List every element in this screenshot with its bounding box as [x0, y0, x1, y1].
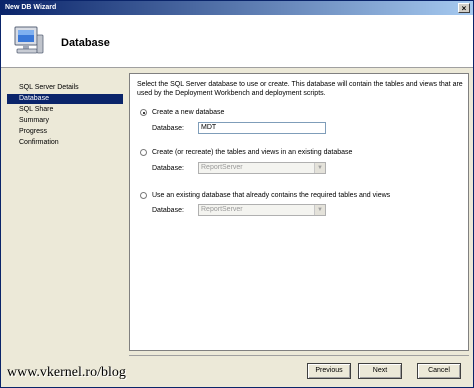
existing-database-select[interactable]: ReportServer ▼ [198, 162, 326, 174]
use-existing-database-value: ReportServer [201, 206, 243, 213]
recreate-tables-radio[interactable] [140, 149, 147, 156]
step-progress[interactable]: Progress [7, 127, 123, 137]
database-field-label: Database: [152, 207, 184, 214]
content-panel: Select the SQL Server database to use or… [129, 73, 469, 351]
use-existing-database-label: Use an existing database that already co… [152, 192, 391, 199]
database-field-label: Database: [152, 125, 184, 132]
computer-icon [14, 26, 44, 54]
previous-button[interactable]: Previous [307, 363, 351, 379]
watermark-text: www.vkernel.ro/blog [7, 365, 126, 380]
footer-divider [129, 355, 469, 356]
use-existing-database-radio[interactable] [140, 192, 147, 199]
close-button[interactable]: × [458, 3, 470, 13]
chevron-down-icon: ▼ [314, 163, 325, 173]
page-header: Database [1, 15, 473, 68]
step-sql-server-details[interactable]: SQL Server Details [7, 83, 123, 93]
wizard-window: New DB Wizard × Database SQL Server Deta… [0, 0, 474, 388]
wizard-steps: SQL Server Details Database SQL Share Su… [7, 73, 125, 383]
description-text: Select the SQL Server database to use or… [137, 81, 463, 97]
chevron-down-icon: ▼ [314, 205, 325, 215]
database-field-label: Database: [152, 165, 184, 172]
step-confirmation[interactable]: Confirmation [7, 138, 123, 148]
create-new-database-radio[interactable] [140, 109, 147, 116]
create-new-database-label: Create a new database [152, 109, 225, 116]
page-title: Database [61, 37, 110, 49]
window-title: New DB Wizard [5, 4, 57, 11]
cancel-button[interactable]: Cancel [417, 363, 461, 379]
new-database-name-input[interactable]: MDT [198, 122, 326, 134]
next-button[interactable]: Next [358, 363, 402, 379]
recreate-tables-label: Create (or recreate) the tables and view… [152, 149, 353, 156]
step-database[interactable]: Database [7, 94, 123, 104]
use-existing-database-select[interactable]: ReportServer ▼ [198, 204, 326, 216]
step-sql-share[interactable]: SQL Share [7, 105, 123, 115]
existing-database-value: ReportServer [201, 164, 243, 171]
title-bar[interactable]: New DB Wizard × [1, 1, 473, 15]
step-summary[interactable]: Summary [7, 116, 123, 126]
